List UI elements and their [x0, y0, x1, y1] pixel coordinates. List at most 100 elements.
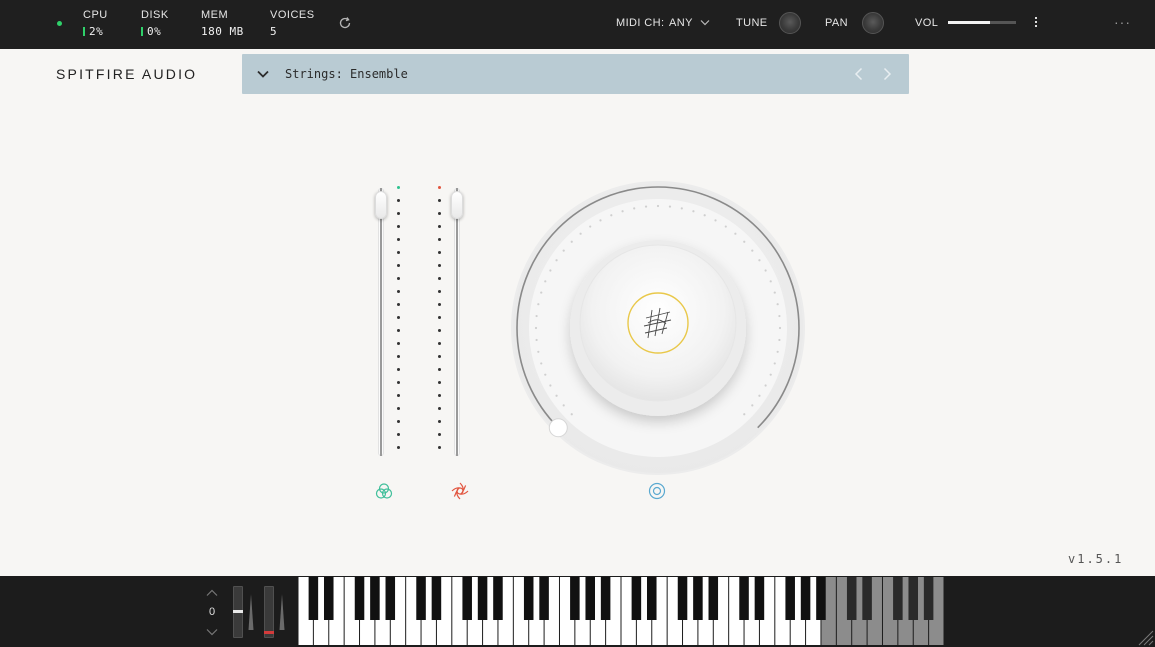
black-key[interactable]	[923, 577, 934, 620]
dial-tick	[776, 350, 779, 353]
dial-tick	[680, 207, 683, 210]
volume-slider[interactable]	[948, 21, 1016, 24]
scale-dot	[438, 329, 441, 332]
dynamics-dial[interactable]	[508, 178, 808, 478]
black-key[interactable]	[846, 577, 857, 620]
black-key[interactable]	[493, 577, 503, 620]
mod-wheel-indicator	[279, 594, 285, 630]
scale-dot	[438, 290, 441, 293]
app-window: CPU 2% DISK 0% MEM 180 MB VOICES 5 MIDI …	[0, 0, 1155, 647]
black-key[interactable]	[385, 577, 396, 620]
black-key[interactable]	[370, 577, 380, 620]
black-key[interactable]	[862, 577, 872, 620]
scale-dot	[397, 290, 400, 293]
chevron-down-icon[interactable]	[256, 67, 270, 81]
black-key[interactable]	[539, 577, 549, 620]
dial-tick	[714, 219, 717, 222]
scale-dot	[438, 225, 441, 228]
midi-channel-select[interactable]: ANY	[669, 17, 693, 29]
dial-tick	[751, 404, 754, 407]
dial-tick	[599, 219, 602, 222]
black-key[interactable]	[754, 577, 765, 620]
dynamics-icon	[648, 482, 666, 500]
octave-down-icon[interactable]	[206, 628, 218, 636]
expression-slider-handle[interactable]	[375, 191, 387, 220]
scale-dot	[397, 420, 400, 423]
black-key[interactable]	[677, 577, 688, 620]
mod-wheel[interactable]	[264, 586, 274, 638]
top-bar: CPU 2% DISK 0% MEM 180 MB VOICES 5 MIDI …	[0, 0, 1155, 49]
dial-tick	[534, 326, 538, 330]
dial-tick	[579, 232, 582, 235]
mem-stat: MEM 180 MB	[201, 9, 244, 38]
disk-meter	[141, 27, 143, 36]
black-key[interactable]	[585, 577, 596, 620]
expression-icon	[375, 483, 393, 499]
expression-slider-track[interactable]	[378, 188, 384, 456]
voices-value: 5	[270, 25, 278, 38]
black-key[interactable]	[893, 577, 903, 620]
more-menu-button[interactable]: ···	[1114, 14, 1131, 30]
preset-bar[interactable]: Strings: Ensemble	[242, 54, 909, 94]
dial-tick	[778, 338, 781, 342]
preset-name[interactable]: Strings: Ensemble	[285, 67, 408, 81]
black-key[interactable]	[354, 577, 365, 620]
refresh-icon[interactable]	[338, 16, 352, 30]
black-key[interactable]	[816, 577, 826, 620]
vibrato-slider-track[interactable]	[454, 188, 460, 456]
dial-tick	[743, 413, 746, 416]
black-key[interactable]	[908, 577, 919, 620]
previous-preset-icon[interactable]	[852, 66, 866, 82]
black-key[interactable]	[693, 577, 703, 620]
black-key[interactable]	[416, 577, 426, 620]
scale-dot	[397, 199, 400, 202]
black-key[interactable]	[708, 577, 719, 620]
black-key[interactable]	[600, 577, 611, 620]
resize-handle-icon[interactable]	[1136, 628, 1154, 646]
black-key[interactable]	[739, 577, 749, 620]
pan-label: PAN	[825, 17, 849, 29]
dial-tick	[764, 269, 767, 272]
voices-stat: VOICES 5	[270, 9, 315, 38]
black-key[interactable]	[462, 577, 472, 620]
dial-tick	[549, 384, 552, 387]
scale-dot	[397, 303, 400, 306]
black-key[interactable]	[570, 577, 580, 620]
next-preset-icon[interactable]	[880, 66, 894, 82]
black-key[interactable]	[785, 577, 795, 620]
mod-wheel-marker	[264, 631, 274, 634]
dial-tick	[724, 225, 727, 228]
black-key[interactable]	[323, 577, 334, 620]
black-key[interactable]	[308, 577, 319, 620]
scale-dot	[438, 355, 441, 358]
black-key[interactable]	[431, 577, 442, 620]
dial-tick	[703, 214, 706, 217]
scale-dot	[438, 264, 441, 267]
dial-tick	[644, 205, 648, 208]
dial-tick	[535, 314, 538, 318]
black-key[interactable]	[631, 577, 642, 620]
black-key[interactable]	[646, 577, 657, 620]
tune-knob[interactable]	[779, 12, 801, 34]
vibrato-slider-handle[interactable]	[451, 191, 463, 220]
black-key[interactable]	[477, 577, 488, 620]
pan-knob[interactable]	[862, 12, 884, 34]
dial-tick	[633, 207, 636, 210]
disk-stat: DISK 0%	[141, 9, 169, 38]
scale-dot	[397, 381, 400, 384]
dial-tick	[668, 205, 672, 208]
black-key[interactable]	[523, 577, 534, 620]
brand-logo: SPITFIRE AUDIO	[56, 66, 198, 82]
dial-tick	[562, 404, 565, 407]
piano-keyboard[interactable]	[298, 577, 944, 645]
pitch-wheel[interactable]	[233, 586, 243, 638]
dial-tick	[692, 210, 695, 213]
dial-tick	[769, 373, 772, 376]
chevron-down-icon[interactable]	[700, 19, 710, 26]
dial-tick	[773, 291, 776, 294]
pitch-wheel-marker	[233, 610, 243, 613]
octave-up-icon[interactable]	[206, 589, 218, 597]
scale-dot	[438, 303, 441, 306]
tune-label: TUNE	[736, 17, 768, 29]
black-key[interactable]	[800, 577, 811, 620]
